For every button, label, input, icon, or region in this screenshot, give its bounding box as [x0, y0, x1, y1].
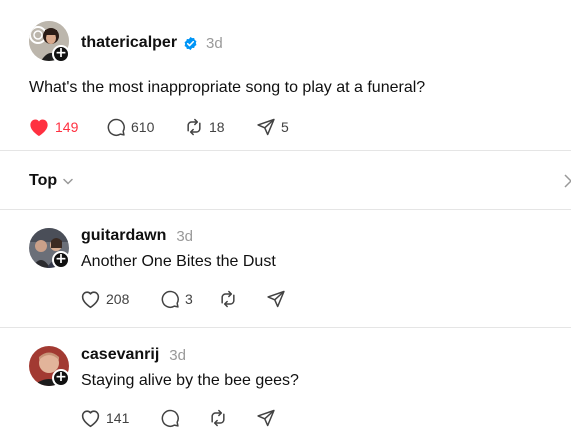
repost-icon	[211, 409, 225, 427]
chevron-right-icon	[564, 174, 571, 188]
post-username[interactable]: thatericalper	[81, 34, 177, 52]
repost-count: 18	[209, 119, 225, 135]
share-button[interactable]	[256, 408, 281, 428]
follow-plus-icon[interactable]: +	[52, 369, 70, 387]
divider	[0, 327, 571, 328]
like-button[interactable]: 141	[80, 408, 160, 428]
verified-badge-icon	[184, 36, 197, 50]
divider	[0, 150, 571, 151]
like-count: 149	[55, 119, 79, 135]
reply-text: Another One Bites the Dust	[81, 253, 276, 270]
follow-plus-icon[interactable]: +	[52, 251, 70, 269]
view-activity-edge[interactable]	[564, 174, 571, 188]
like-count: 141	[106, 410, 130, 426]
comment-button[interactable]: 3	[160, 289, 218, 309]
repost-icon	[187, 118, 201, 136]
share-icon	[257, 409, 275, 427]
share-icon	[257, 118, 275, 136]
reply-username[interactable]: casevanrij	[81, 346, 159, 364]
like-count: 208	[106, 291, 130, 307]
sort-label: Top	[29, 172, 58, 189]
post-text: What's the most inappropriate song to pl…	[29, 79, 426, 96]
post-time: 3d	[206, 34, 223, 52]
repost-button[interactable]	[208, 408, 256, 428]
chevron-down-icon	[63, 178, 73, 185]
heart-icon	[81, 410, 100, 428]
comment-icon	[161, 409, 179, 428]
repost-button[interactable]: 18	[184, 117, 256, 137]
share-button[interactable]	[266, 289, 291, 309]
comment-icon	[161, 290, 179, 309]
reply-time: 3d	[169, 346, 186, 364]
heart-icon	[81, 291, 100, 309]
repost-icon	[221, 290, 235, 308]
comment-count: 3	[185, 291, 193, 307]
comment-count: 610	[131, 119, 155, 135]
reply-time: 3d	[176, 227, 194, 245]
comment-button[interactable]: 610	[106, 117, 184, 137]
sort-dropdown[interactable]: Top	[29, 172, 73, 190]
heart-filled-icon	[30, 119, 48, 137]
repost-button[interactable]	[218, 289, 266, 309]
comment-button[interactable]	[160, 408, 208, 428]
reply-text: Staying alive by the bee gees?	[81, 372, 299, 389]
like-button[interactable]: 208	[80, 289, 160, 309]
share-icon	[267, 290, 285, 308]
divider	[0, 209, 571, 210]
comment-icon	[107, 118, 125, 137]
like-button[interactable]: 149	[28, 117, 106, 137]
follow-plus-icon[interactable]: +	[52, 45, 70, 63]
share-count: 5	[281, 119, 289, 135]
share-button[interactable]: 5	[256, 117, 289, 137]
reply-username[interactable]: guitardawn	[81, 227, 166, 245]
